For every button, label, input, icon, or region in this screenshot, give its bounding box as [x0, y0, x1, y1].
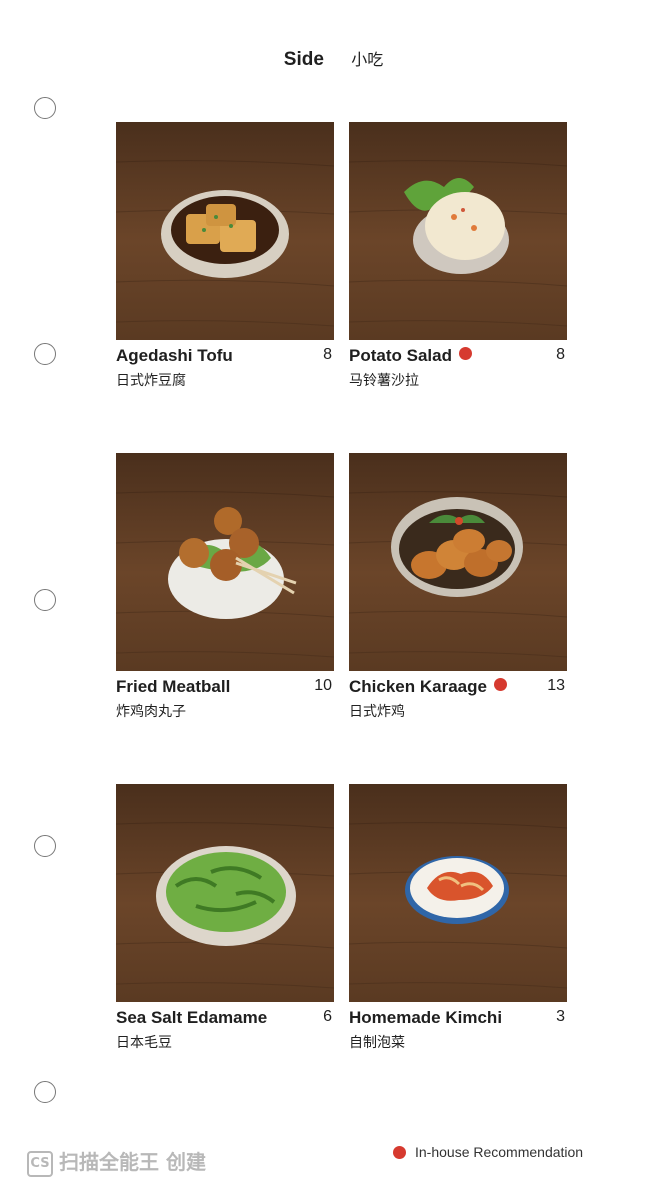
binder-hole [34, 835, 56, 857]
recommendation-dot-icon [393, 1146, 406, 1159]
item-name-row: Agedashi Tofu 8 [116, 346, 334, 368]
edamame-dish-photo [116, 784, 334, 1002]
binder-hole [34, 97, 56, 119]
item-name-row: Sea Salt Edamame 6 [116, 1008, 334, 1030]
menu-item[interactable]: Fried Meatball 10 炸鸡肉丸子 [116, 453, 334, 721]
binder-hole [34, 1081, 56, 1103]
item-price: 8 [556, 346, 565, 363]
section-title-zh: 小吃 [351, 50, 384, 69]
binder-hole [34, 589, 56, 611]
item-name-zh: 炸鸡肉丸子 [116, 704, 186, 720]
item-name-row: Fried Meatball 10 [116, 677, 334, 699]
item-name: Agedashi Tofu [116, 346, 233, 365]
salad-dish-photo [349, 122, 567, 340]
tofu-dish-photo [116, 122, 334, 340]
item-name-zh: 马铃薯沙拉 [349, 373, 419, 389]
menu-item[interactable]: Chicken Karaage 13 日式炸鸡 [349, 453, 567, 721]
menu-item[interactable]: Agedashi Tofu 8 日式炸豆腐 [116, 122, 334, 390]
menu-item[interactable]: Sea Salt Edamame 6 日本毛豆 [116, 784, 334, 1052]
menu-item[interactable]: Potato Salad 8 马铃薯沙拉 [349, 122, 567, 390]
item-name: Chicken Karaage [349, 677, 487, 696]
item-price: 13 [547, 677, 565, 694]
page-title: Side 小吃 [0, 46, 667, 71]
recommendation-dot-icon [458, 347, 472, 360]
item-name-zh: 日本毛豆 [116, 1035, 172, 1051]
meatball-dish-photo [116, 453, 334, 671]
item-price: 3 [556, 1008, 565, 1025]
item-name-row: Chicken Karaage 13 [349, 677, 567, 699]
item-name-zh: 自制泡菜 [349, 1035, 405, 1051]
scanner-watermark: CS 扫描全能王 创建 [27, 1146, 206, 1177]
item-name-row: Potato Salad 8 [349, 346, 567, 368]
karaage-dish-photo [349, 453, 567, 671]
item-price: 8 [323, 346, 332, 363]
item-name-zh: 日式炸豆腐 [116, 373, 186, 389]
recommendation-dot-icon [493, 678, 507, 691]
menu-item[interactable]: Homemade Kimchi 3 自制泡菜 [349, 784, 567, 1052]
legend-label: In-house Recommendation [415, 1144, 584, 1160]
section-title-en: Side [283, 49, 324, 70]
kimchi-dish-photo [349, 784, 567, 1002]
item-name-zh: 日式炸鸡 [349, 704, 405, 720]
item-name: Sea Salt Edamame [116, 1008, 268, 1027]
legend: In-house Recommendation [393, 1144, 583, 1160]
item-name: Homemade Kimchi [349, 1008, 503, 1027]
binder-hole [34, 343, 56, 365]
item-name: Potato Salad [349, 346, 452, 365]
item-name-row: Homemade Kimchi 3 [349, 1008, 567, 1030]
item-price: 6 [323, 1008, 332, 1025]
item-name: Fried Meatball [116, 677, 231, 696]
watermark-text: 扫描全能王 创建 [59, 1150, 206, 1174]
camscanner-logo-icon: CS [27, 1151, 53, 1177]
item-price: 10 [314, 677, 332, 694]
